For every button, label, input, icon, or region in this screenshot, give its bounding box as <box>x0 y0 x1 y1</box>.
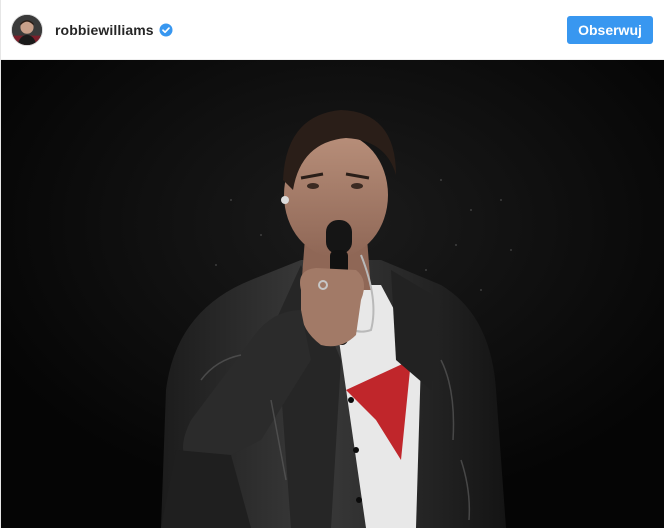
verified-badge-icon <box>159 23 173 37</box>
post-photo[interactable] <box>1 60 664 528</box>
concert-photo-image <box>1 60 664 528</box>
follow-button[interactable]: Obserwuj <box>567 15 653 44</box>
profile-avatar[interactable] <box>11 13 43 46</box>
avatar-image <box>12 14 42 45</box>
username[interactable]: robbiewilliams <box>55 22 154 38</box>
instagram-post: robbiewilliams Obserwuj <box>0 0 664 528</box>
post-header: robbiewilliams Obserwuj <box>1 0 664 60</box>
